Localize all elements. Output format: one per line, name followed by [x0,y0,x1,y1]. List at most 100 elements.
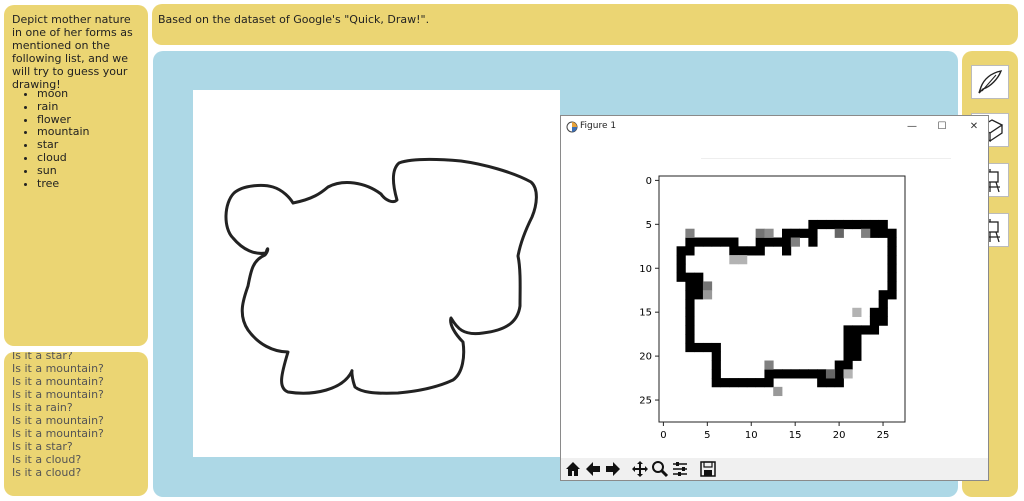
image-pixel [711,237,721,247]
image-pixel [764,237,774,247]
image-pixel [764,360,774,370]
category-item: sun [37,164,89,178]
image-pixel [773,369,783,379]
image-pixel [878,307,888,317]
image-pixel [685,325,695,335]
minimize-button[interactable]: — [905,120,919,134]
image-pixel [773,237,783,247]
image-pixel [790,237,800,247]
image-pixel [746,246,757,256]
user-drawing [224,157,538,395]
image-pixel [808,219,818,230]
image-pixel [834,228,844,238]
image-pixel [869,325,880,335]
zoom-icon[interactable] [651,460,669,478]
image-pixel [685,299,695,309]
guess-item: Is it a mountain? [12,414,104,427]
image-pixel [711,342,721,353]
home-icon[interactable] [564,460,582,478]
image-pixel [834,369,844,379]
image-pixel [808,228,818,238]
image-pixel [808,237,818,247]
image-pixel [782,237,792,247]
header-text: Based on the dataset of Google's "Quick,… [158,13,430,26]
forward-arrow-icon[interactable] [604,460,622,478]
image-pixel [869,228,880,238]
matplotlib-icon [566,121,578,133]
pixel-grid [676,219,897,397]
image-pixel [817,378,827,388]
image-pixel [694,290,704,300]
guess-item: Is it a mountain? [12,375,104,388]
image-pixel [755,378,765,388]
guess-history-panel[interactable]: Is it a star? Is it a mountain? Is it a … [4,352,148,496]
image-pixel [755,246,765,256]
image-pixel [843,342,853,353]
image-pixel [887,263,897,274]
header-banner: Based on the dataset of Google's "Quick,… [152,4,1018,45]
image-pixel [852,219,862,230]
image-pixel [738,246,748,256]
image-pixel [799,369,809,379]
image-pixel [834,360,844,370]
image-pixel [799,228,809,238]
image-pixel [887,228,897,238]
image-pixel [887,237,897,247]
image-pixel [843,325,853,335]
image-pixel [843,360,853,370]
image-pixel [694,281,704,291]
y-tick-label: 10 [639,264,652,275]
drawing-canvas[interactable] [193,90,560,457]
category-item: moon [37,87,89,101]
maximize-button[interactable]: ☐ [935,120,949,134]
image-pixel [702,342,713,353]
guess-item: Is it a rain? [12,401,73,414]
x-tick-label: 10 [745,430,758,441]
pan-icon[interactable] [631,460,649,478]
image-pixel [702,281,713,291]
image-pixel [834,378,844,388]
image-pixel [711,360,721,370]
image-pixel [755,237,765,247]
image-pixel [729,246,739,256]
image-pixel [729,255,739,265]
image-pixel [685,307,695,317]
x-tick-label: 0 [660,430,666,441]
image-pixel [782,369,792,379]
image-pixel [861,219,871,230]
image-pixel [773,386,783,397]
image-pixel [676,255,686,265]
configure-subplots-icon[interactable] [671,460,689,478]
image-pixel [685,342,695,353]
image-pixel [878,228,888,238]
guess-item: Is it a mountain? [12,388,104,401]
image-pixel [782,228,792,238]
image-pixel [843,334,853,344]
figure-titlebar[interactable]: Figure 1 — ☐ ✕ [561,116,988,138]
image-pixel [685,228,695,238]
plot-top-line [701,158,951,159]
close-button[interactable]: ✕ [967,120,981,134]
image-pixel [869,219,880,230]
image-pixel [676,246,686,256]
image-pixel [711,378,721,388]
image-pixel [887,272,897,282]
image-pixel [755,228,765,238]
figure-window[interactable]: Figure 1 — ☐ ✕ 0 5 10 15 20 25 0 5 10 15 20 25 [560,115,989,481]
image-pixel [782,246,792,256]
image-pixel [738,378,748,388]
category-list: moon rain flower mountain star cloud sun… [19,87,89,190]
image-pixel [702,237,713,247]
guess-item: Is it a cloud? [12,453,82,466]
y-tick-label: 5 [646,220,652,231]
image-pixel [764,378,774,388]
save-icon[interactable] [699,460,717,478]
image-pixel [685,237,695,247]
figure-toolbar [561,458,988,480]
image-pixel [817,219,827,230]
pen-tool-button[interactable] [971,65,1009,99]
plot-area: 0 5 10 15 20 25 0 5 10 15 20 25 [639,158,951,441]
back-arrow-icon[interactable] [584,460,602,478]
image-pixel [861,325,871,335]
image-pixel [702,290,713,300]
